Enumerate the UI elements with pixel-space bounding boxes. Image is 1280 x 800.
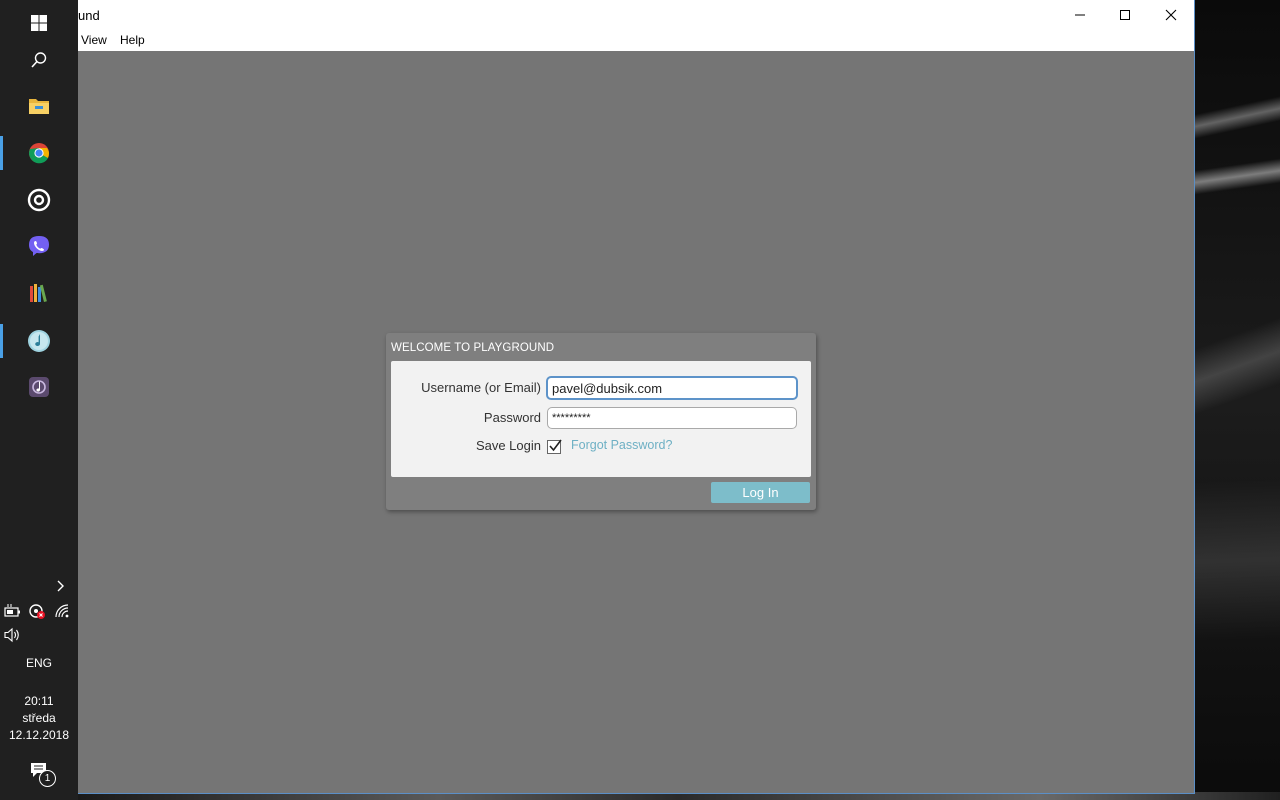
search-button[interactable]: [0, 37, 78, 83]
battery-charging-icon: [4, 604, 20, 617]
minimize-icon: [1075, 14, 1085, 16]
volume-tray-button[interactable]: [4, 627, 22, 648]
desktop-wallpaper: [1194, 0, 1280, 800]
network-error-icon: [29, 604, 45, 619]
show-hidden-icons-button[interactable]: [52, 578, 68, 594]
input-language[interactable]: ENG: [0, 655, 78, 672]
library-icon: [30, 284, 47, 303]
taskbar: ENG 20:11 středa 12.12.2018 1: [0, 0, 78, 800]
file-explorer-button[interactable]: [0, 83, 78, 129]
close-button[interactable]: [1148, 0, 1194, 30]
menu-help[interactable]: Help: [120, 33, 145, 47]
app-content-area: WELCOME TO PLAYGROUND Username (or Email…: [78, 51, 1194, 793]
minimize-button[interactable]: [1057, 0, 1103, 30]
username-field[interactable]: [546, 376, 798, 400]
dialog-title: WELCOME TO PLAYGROUND: [391, 342, 555, 354]
music-app-icon: [28, 330, 50, 352]
volume-icon: [4, 627, 19, 643]
media-app-button[interactable]: [0, 364, 78, 410]
notification-count-badge: 1: [39, 770, 56, 787]
menu-view[interactable]: View: [81, 33, 107, 47]
viber-icon: [29, 236, 49, 256]
target-app-button[interactable]: [0, 177, 78, 223]
network-error-tray-button[interactable]: [28, 603, 46, 624]
media-app-icon: [29, 377, 49, 397]
wifi-tray-button[interactable]: [54, 603, 70, 624]
windows-start-icon: [31, 15, 47, 31]
battery-tray-button[interactable]: [4, 603, 22, 624]
forgot-password-link[interactable]: Forgot Password?: [571, 438, 672, 452]
login-dialog: WELCOME TO PLAYGROUND Username (or Email…: [386, 333, 816, 510]
maximize-button[interactable]: [1102, 0, 1148, 30]
login-button[interactable]: Log In: [711, 482, 810, 503]
username-label: Username (or Email): [421, 380, 541, 395]
title-bar[interactable]: und: [78, 0, 1194, 30]
chrome-button[interactable]: [0, 130, 78, 176]
save-login-checkbox[interactable]: [547, 439, 562, 454]
search-icon: [31, 52, 47, 68]
chevron-right-icon: [57, 580, 64, 592]
password-label: Password: [483, 410, 541, 425]
chrome-icon: [29, 143, 49, 164]
clock-day: středa: [22, 711, 56, 725]
checkmark-icon: [549, 439, 562, 452]
password-field[interactable]: *********: [547, 407, 797, 429]
wifi-icon: [55, 604, 69, 618]
music-app-button[interactable]: [0, 318, 78, 364]
save-login-label: Save Login: [475, 438, 541, 453]
target-app-icon: [27, 188, 51, 212]
library-button[interactable]: [0, 270, 78, 316]
menu-bar: View Help: [78, 30, 1194, 51]
clock-date: 12.12.2018: [8, 728, 70, 742]
clock-time: 20:11: [24, 694, 54, 708]
app-window: und View Help WELCOME TO PLAYGROUND User…: [78, 0, 1195, 794]
file-explorer-icon: [29, 99, 49, 114]
viber-button[interactable]: [0, 223, 78, 269]
action-center-button[interactable]: 1: [30, 762, 56, 787]
maximize-icon: [1120, 10, 1130, 20]
close-icon: [1165, 9, 1177, 21]
window-title: und: [78, 8, 100, 23]
login-form: Username (or Email) Password ********* S…: [391, 361, 811, 477]
